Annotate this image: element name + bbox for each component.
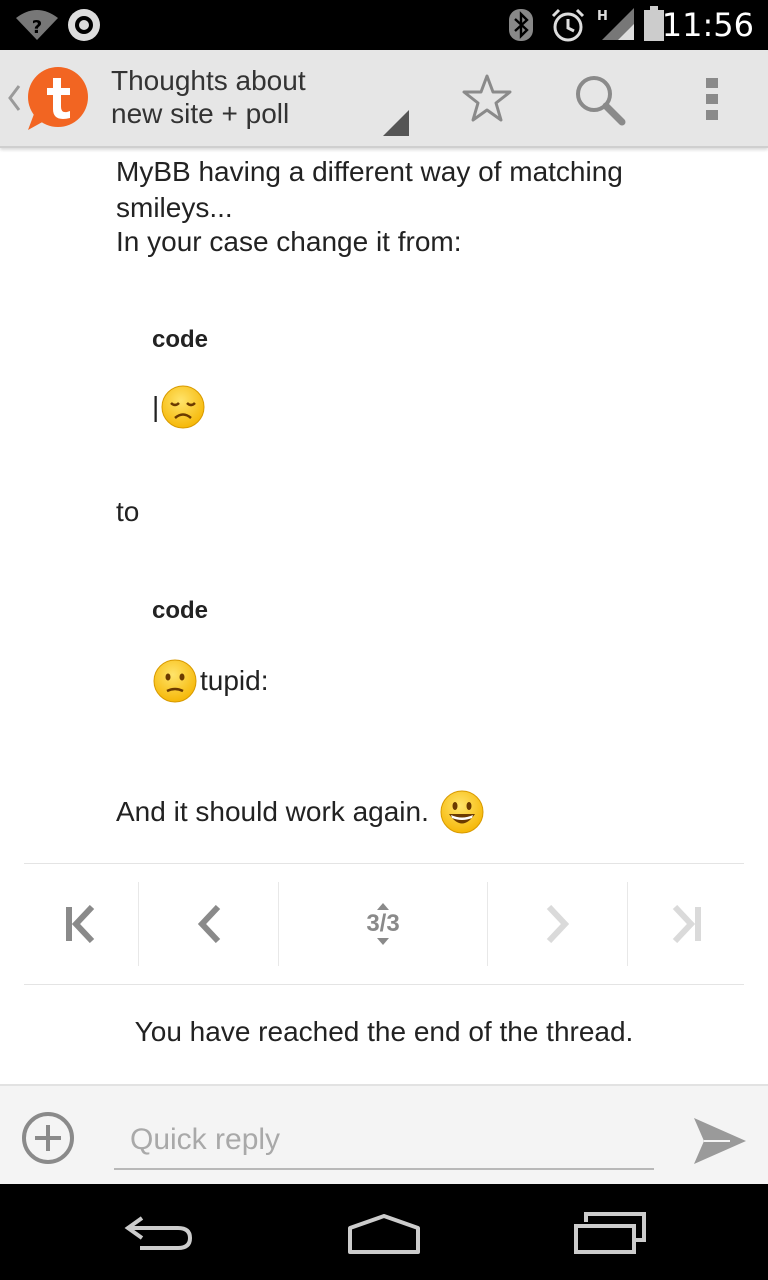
grinning-smiley-icon: [440, 790, 484, 834]
dropdown-corner-icon[interactable]: [383, 110, 409, 136]
thread-pager: 3/3: [0, 864, 768, 984]
status-clock: 11:56: [661, 6, 754, 44]
thread-title-line-2: new site + poll: [111, 98, 290, 129]
thread-title[interactable]: Thoughts about new site + poll: [111, 64, 391, 130]
system-nav-bar: [0, 1184, 768, 1280]
confused-smiley-icon: [153, 659, 197, 703]
divider: [24, 984, 744, 985]
next-page-button[interactable]: [488, 882, 627, 966]
first-page-icon: [66, 905, 95, 943]
post-line: smileys...: [116, 192, 233, 223]
post-line: In your case change it from:: [116, 226, 462, 257]
end-of-thread-message: You have reached the end of the thread.: [134, 1016, 634, 1047]
post-closing-line: And it should work again.: [116, 789, 485, 835]
tapatalk-logo-icon[interactable]: [22, 64, 90, 134]
code-block-content: |: [152, 384, 206, 430]
send-icon[interactable]: [690, 1114, 748, 1168]
svg-text:H: H: [597, 9, 608, 24]
page-indicator: 3/3: [366, 910, 400, 937]
action-bar: Thoughts about new site + poll: [0, 50, 768, 148]
arrow-down-small-icon: [377, 938, 389, 945]
recent-apps-icon[interactable]: [572, 1212, 648, 1256]
post-line: And it should work again.: [116, 796, 429, 827]
last-page-icon: [672, 905, 701, 943]
hspa-signal-icon: H: [597, 8, 634, 40]
status-bar: ? H 11:56: [0, 0, 768, 50]
thread-title-line-1: Thoughts about: [111, 65, 306, 96]
post-line: MyBB having a different way of matching: [116, 156, 623, 187]
previous-page-button[interactable]: [139, 882, 278, 966]
chevron-left-icon: [197, 905, 220, 943]
code-block-label: code: [152, 326, 209, 353]
code-block-content: tupid:: [152, 658, 269, 704]
svg-text:?: ?: [32, 17, 42, 38]
post-content: MyBB having a different way of matching …: [0, 148, 768, 863]
page-indicator-button[interactable]: 3/3: [279, 882, 487, 966]
add-attachment-icon[interactable]: [20, 1110, 76, 1166]
last-page-button[interactable]: [628, 882, 744, 966]
code-text: tupid:: [200, 665, 269, 696]
wifi-question-icon: ?: [16, 10, 58, 40]
arrow-up-small-icon: [377, 903, 389, 910]
code-block-label: code: [152, 597, 209, 624]
alarm-icon: [551, 8, 585, 42]
bluetooth-icon: [509, 9, 533, 41]
post-line: to: [116, 496, 140, 527]
search-icon[interactable]: [572, 72, 628, 128]
star-icon[interactable]: [460, 72, 514, 126]
overflow-menu-icon[interactable]: [700, 76, 724, 122]
code-text: |: [152, 391, 160, 422]
first-page-button[interactable]: [24, 882, 138, 966]
chevron-right-icon: [546, 905, 569, 943]
disappointed-smiley-icon: [161, 385, 205, 429]
quick-reply-bar: [0, 1084, 768, 1186]
sync-icon: [68, 9, 100, 41]
up-caret-icon[interactable]: [6, 84, 22, 112]
home-icon[interactable]: [344, 1212, 424, 1256]
back-icon[interactable]: [120, 1212, 196, 1256]
quick-reply-input[interactable]: [114, 1112, 654, 1170]
